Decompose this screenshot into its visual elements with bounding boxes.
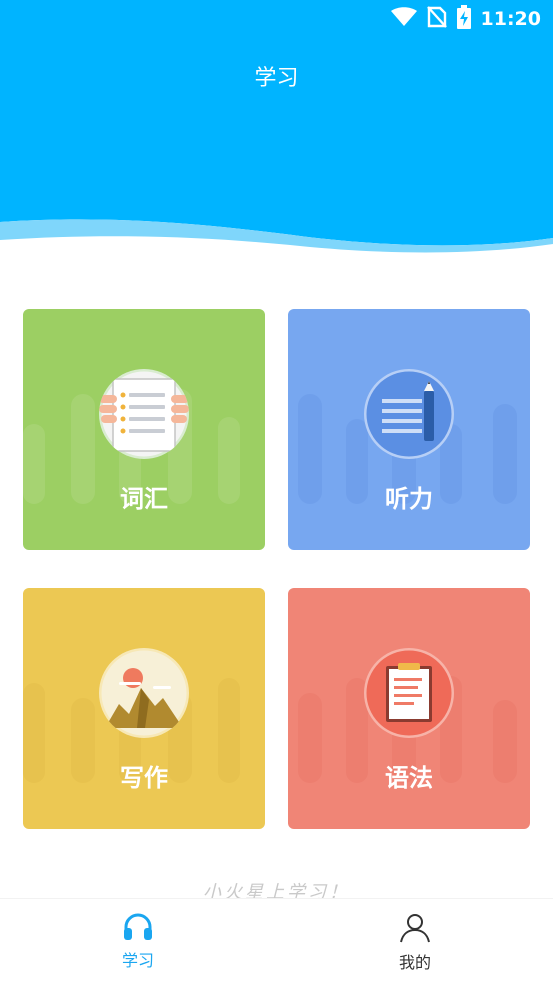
- nav-study[interactable]: 学习: [78, 913, 198, 971]
- vocabulary-list-icon: [99, 369, 189, 459]
- vocabulary-label: 词汇: [120, 485, 168, 513]
- mountain-sunset-icon: [99, 648, 189, 738]
- headphones-icon: [122, 913, 154, 945]
- writing-card[interactable]: 写作: [23, 588, 265, 829]
- wifi-icon: [390, 7, 417, 31]
- nav-mine-label: 我的: [398, 953, 431, 972]
- header: 11:20 学习: [0, 0, 553, 260]
- listening-label: 听力: [385, 485, 433, 513]
- nav-mine[interactable]: 我的: [355, 913, 475, 973]
- bottom-nav: 学习 我的: [0, 898, 553, 983]
- page-title: 学习: [254, 66, 299, 91]
- nav-study-label: 学习: [121, 951, 154, 970]
- user-icon: [399, 914, 431, 947]
- listening-card[interactable]: 听力: [288, 309, 530, 550]
- grammar-label: 语法: [385, 764, 433, 792]
- vocabulary-card[interactable]: 词汇: [23, 309, 265, 550]
- clipboard-icon: [364, 648, 454, 738]
- writing-label: 写作: [120, 764, 168, 792]
- notebook-pen-icon: [364, 369, 454, 459]
- status-bar: 11:20: [0, 0, 553, 38]
- header-wave-background: [0, 0, 553, 253]
- status-icons: 11:20: [390, 5, 541, 33]
- no-sim-icon: [426, 6, 447, 32]
- battery-charging-icon: [456, 5, 471, 33]
- status-time: 11:20: [480, 8, 541, 30]
- grammar-card[interactable]: 语法: [288, 588, 530, 829]
- app-screen: 11:20 学习 词汇 听力 写作 语法 小火星上学习！ 学习 我的: [0, 0, 553, 983]
